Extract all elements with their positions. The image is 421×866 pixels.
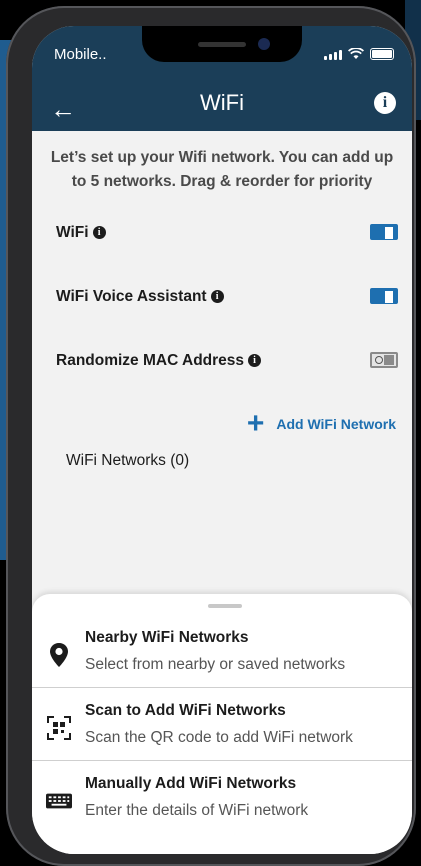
wifi-toggle[interactable] xyxy=(370,224,398,240)
info-icon[interactable]: i xyxy=(92,226,106,240)
front-camera xyxy=(258,38,270,50)
option-subtitle: Scan the QR code to add WiFi network xyxy=(85,729,353,746)
page-title: WiFi xyxy=(200,90,244,115)
info-icon[interactable]: i xyxy=(374,92,396,114)
option-title: Scan to Add WiFi Networks xyxy=(85,702,286,719)
setting-row-randomize-mac: Randomize MAC Address i xyxy=(56,346,398,376)
bottom-sheet: Nearby WiFi Networks Select from nearby … xyxy=(32,594,412,854)
option-scan-qr[interactable]: Scan to Add WiFi Networks Scan the QR co… xyxy=(32,689,412,761)
option-subtitle: Enter the details of WiFi network xyxy=(85,802,309,819)
app-screen: Mobile.. ← WiFi i Let’s set up your Wifi… xyxy=(32,26,412,854)
carrier-name: Mobile.. xyxy=(54,46,107,63)
wifi-status-icon xyxy=(348,48,364,59)
setting-row-voice-assistant: WiFi Voice Assistant i xyxy=(56,282,398,312)
app-header: Mobile.. ← WiFi i xyxy=(32,26,412,131)
speaker xyxy=(198,42,246,47)
phone-frame: Mobile.. ← WiFi i Let’s set up your Wifi… xyxy=(6,6,416,866)
setting-row-wifi: WiFi i xyxy=(56,218,398,248)
randomize-mac-toggle[interactable] xyxy=(370,352,398,368)
keyboard-icon xyxy=(46,788,72,814)
sheet-drag-handle[interactable] xyxy=(208,604,242,608)
option-nearby-networks[interactable]: Nearby WiFi Networks Select from nearby … xyxy=(32,616,412,688)
battery-icon xyxy=(370,48,394,60)
option-subtitle: Select from nearby or saved networks xyxy=(85,656,346,673)
add-wifi-network-button[interactable]: + Add WiFi Network xyxy=(246,407,396,440)
setting-label: WiFi xyxy=(56,224,89,241)
option-title: Manually Add WiFi Networks xyxy=(85,775,297,792)
voice-assistant-toggle[interactable] xyxy=(370,288,398,304)
add-wifi-network-label: Add WiFi Network xyxy=(276,416,396,432)
wifi-networks-count: WiFi Networks (0) xyxy=(66,452,190,469)
setting-label: WiFi Voice Assistant xyxy=(56,288,207,305)
intro-text: Let’s set up your Wifi network. You can … xyxy=(50,149,394,190)
option-manual-add[interactable]: Manually Add WiFi Networks Enter the det… xyxy=(32,762,412,834)
plus-icon: + xyxy=(246,407,265,440)
notch xyxy=(142,26,302,62)
status-icons xyxy=(324,48,394,60)
location-pin-icon xyxy=(46,642,72,668)
setting-label: Randomize MAC Address xyxy=(56,352,245,369)
signal-icon xyxy=(324,50,342,60)
info-icon[interactable]: i xyxy=(210,290,224,304)
option-title: Nearby WiFi Networks xyxy=(85,629,249,646)
qr-scan-icon xyxy=(46,715,72,741)
info-icon[interactable]: i xyxy=(248,354,262,368)
